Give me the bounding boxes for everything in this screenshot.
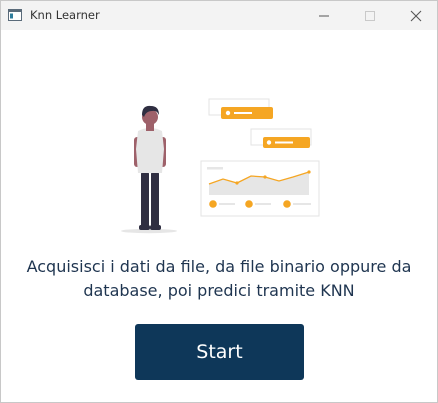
chart-card [200,160,320,217]
app-window: Knn Learner Acquisisci i dati da file, d… [0,0,438,403]
person-with-charts-illustration [121,98,320,234]
description-text: Acquisisci i dati da file, da file binar… [26,257,412,300]
minimize-icon [319,15,329,16]
floating-card-top [208,98,273,119]
floating-card-middle [250,128,312,148]
start-button[interactable]: Start [135,324,304,380]
close-icon [410,10,422,21]
window-title: Knn Learner [30,8,100,22]
title-bar[interactable]: Knn Learner [1,1,437,30]
maximize-icon [365,10,375,21]
app-window-icon [8,9,22,21]
person-figure [121,105,177,234]
minimize-button[interactable] [301,1,347,30]
close-button[interactable] [393,1,438,30]
maximize-button[interactable] [347,1,393,30]
